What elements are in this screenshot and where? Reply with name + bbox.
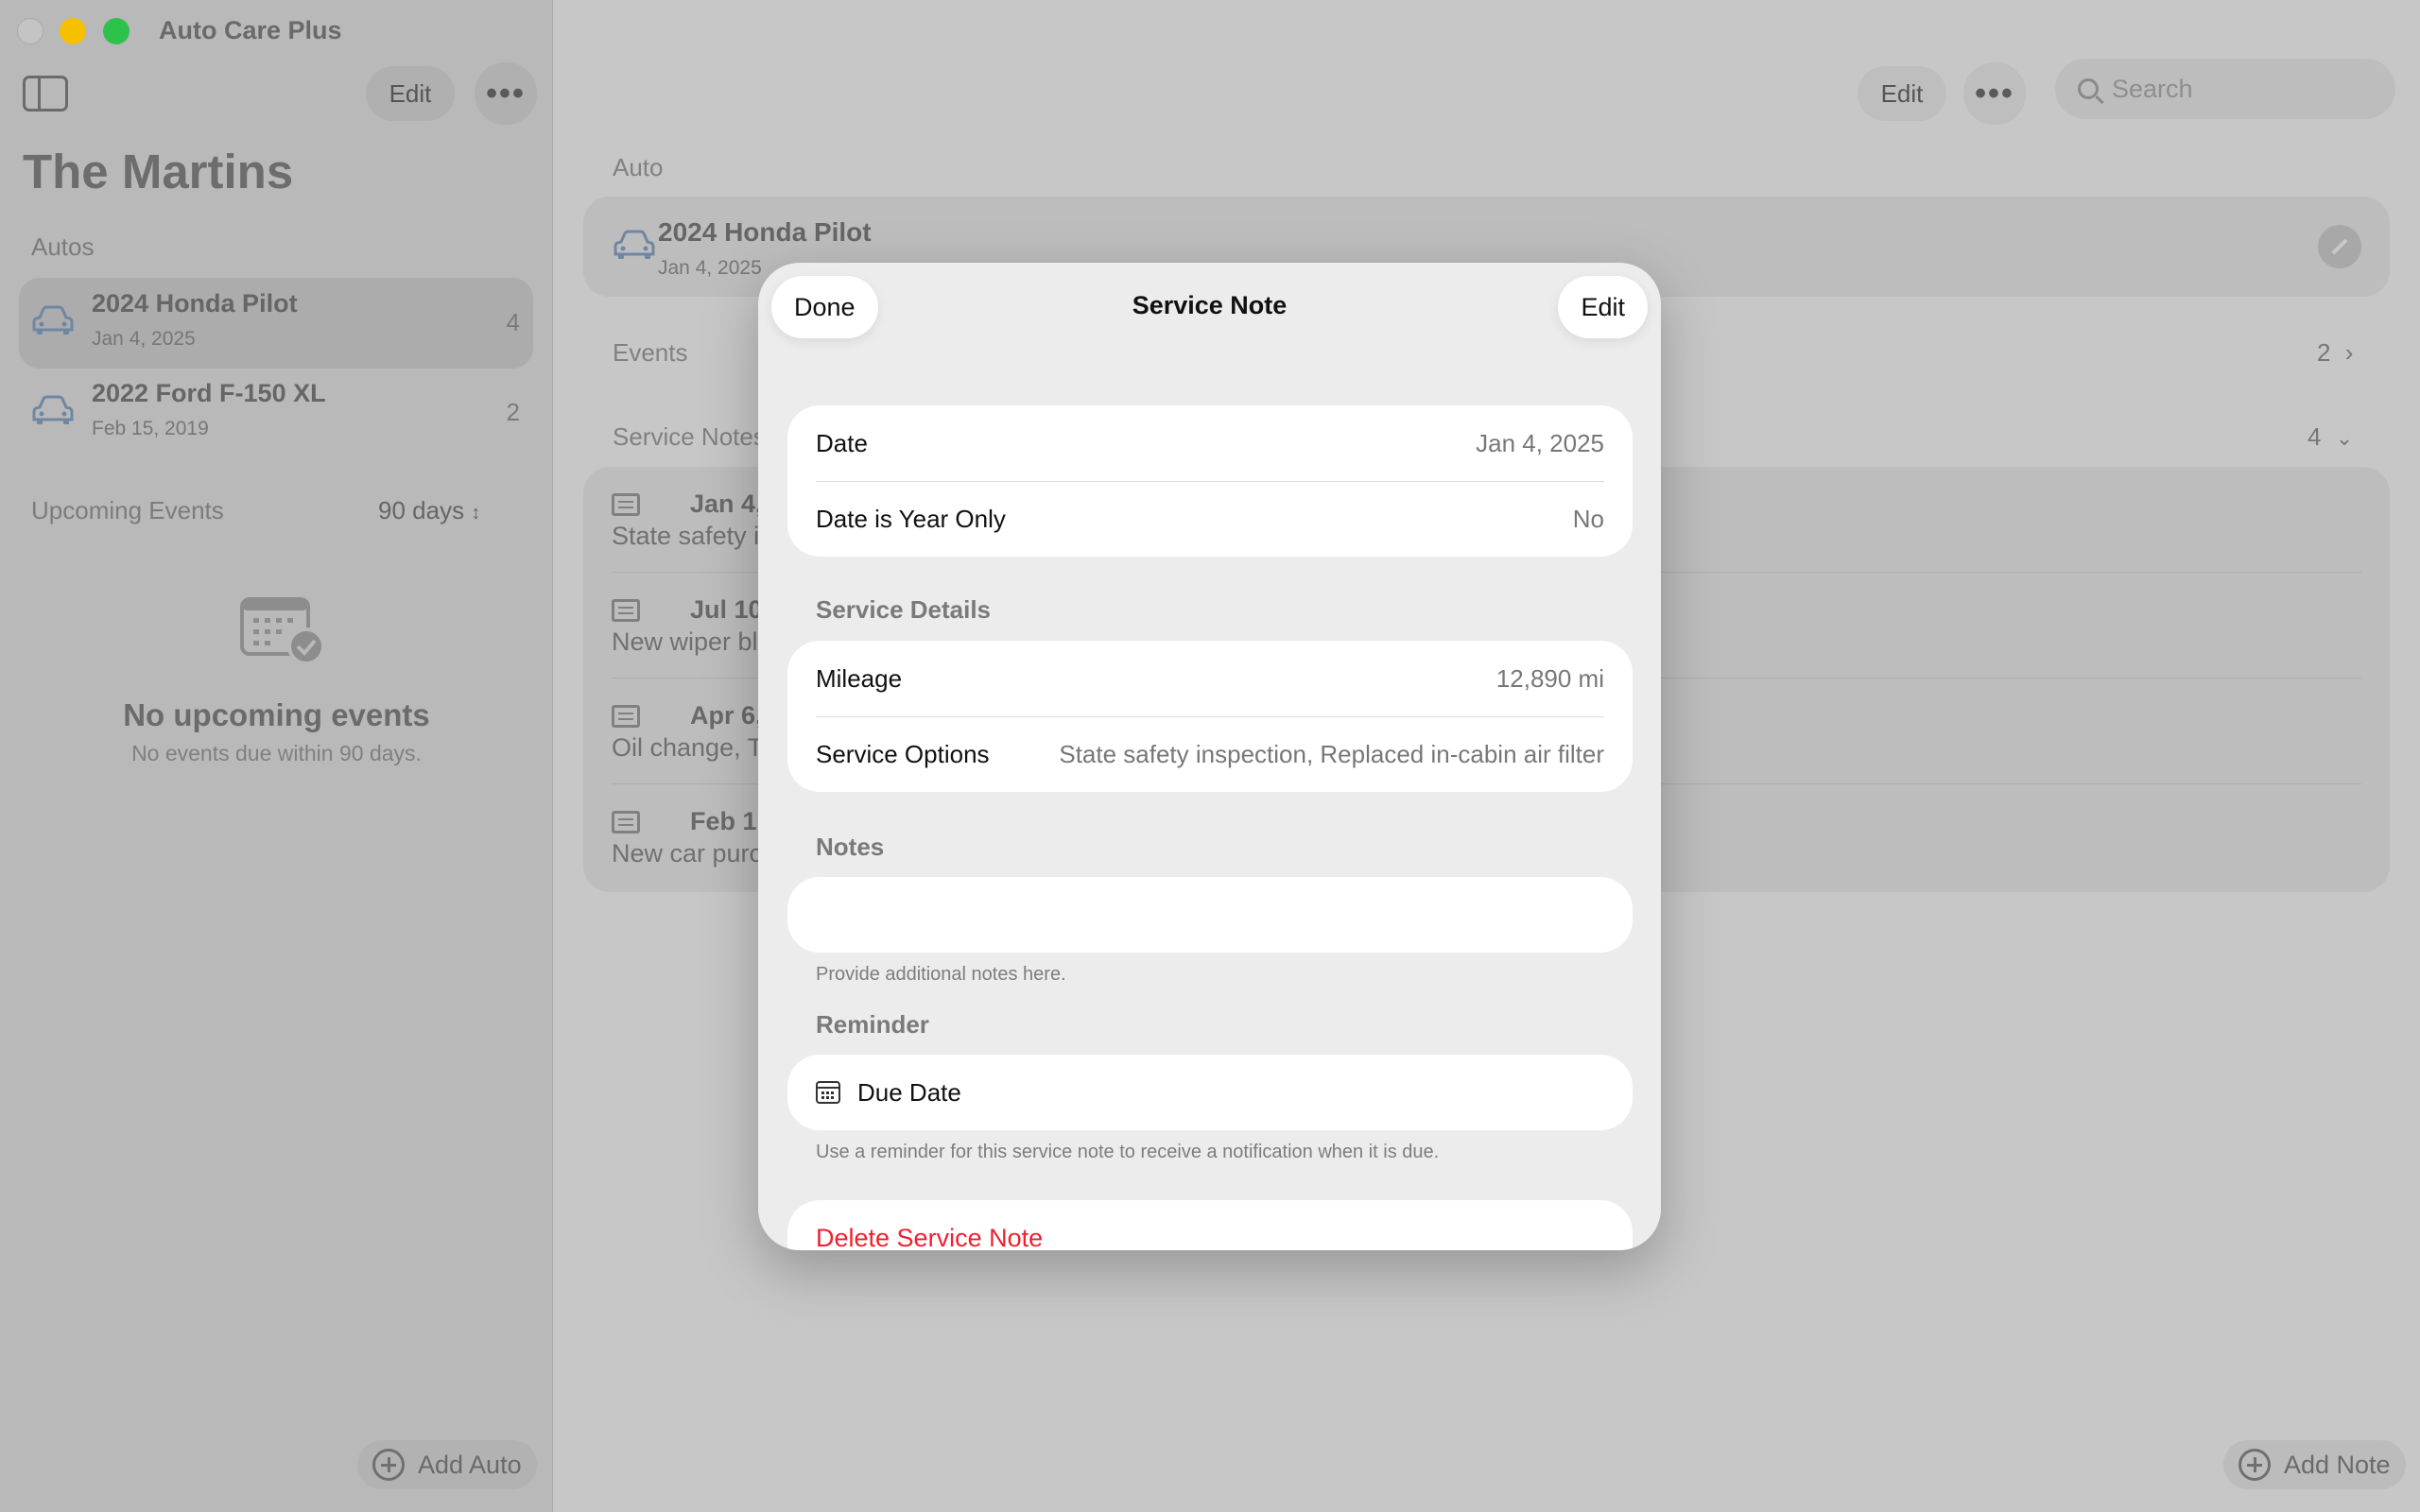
- add-auto-button[interactable]: Add Auto: [357, 1440, 537, 1489]
- car-icon: [32, 305, 74, 335]
- auto-date: Jan 4, 2025: [92, 328, 196, 350]
- search-placeholder: Search: [2112, 74, 2193, 103]
- reminder-group: Due Date: [787, 1055, 1633, 1130]
- search-field[interactable]: Search: [2055, 59, 2395, 119]
- date-label: Date: [816, 428, 868, 457]
- sidebar-auto-row[interactable]: 2022 Ford F-150 XL Feb 15, 2019 2: [19, 368, 533, 458]
- auto-note-count: 2: [506, 398, 520, 426]
- sidebar: Auto Care Plus Edit ••• The Martins Auto…: [0, 0, 553, 1512]
- add-note-button[interactable]: Add Note: [2223, 1440, 2406, 1489]
- calendar-icon: [816, 1081, 840, 1104]
- due-date-row[interactable]: Due Date: [816, 1055, 1604, 1130]
- service-options-row[interactable]: Service Options State safety inspection,…: [816, 716, 1604, 792]
- delete-row[interactable]: Delete Service Note: [816, 1200, 1604, 1251]
- mileage-label: Mileage: [816, 663, 903, 693]
- search-icon: [2078, 78, 2099, 99]
- note-icon: [612, 705, 640, 728]
- upcoming-events-label: Upcoming Events: [31, 496, 224, 524]
- add-auto-label: Add Auto: [418, 1450, 522, 1479]
- events-count[interactable]: 2 ›: [2317, 338, 2353, 368]
- service-details-group: Mileage 12,890 mi Service Options State …: [787, 641, 1633, 792]
- delete-service-note-button[interactable]: Delete Service Note: [816, 1224, 1043, 1251]
- service-options-value: State safety inspection, Replaced in-cab…: [1059, 739, 1604, 768]
- auto-date: Feb 15, 2019: [92, 418, 209, 439]
- auto-name: 2024 Honda Pilot: [92, 289, 298, 318]
- sheet-title: Service Note: [1132, 291, 1288, 319]
- date-value: Jan 4, 2025: [1476, 428, 1604, 457]
- delete-group: Delete Service Note: [787, 1200, 1633, 1250]
- zoom-window-button[interactable]: [103, 18, 130, 44]
- year-only-row[interactable]: Date is Year Only No: [816, 481, 1604, 557]
- autos-section-label: Autos: [31, 232, 95, 261]
- auto-name: 2022 Ford F-150 XL: [92, 379, 326, 407]
- auto-section-label: Auto: [613, 153, 664, 181]
- add-note-label: Add Note: [2284, 1450, 2391, 1479]
- notes-input-row: [816, 877, 1604, 953]
- date-group: Date Jan 4, 2025 Date is Year Only No: [787, 405, 1633, 557]
- sidebar-auto-row[interactable]: 2024 Honda Pilot Jan 4, 2025 4: [19, 278, 533, 369]
- reminder-footer: Use a reminder for this service note to …: [816, 1142, 1440, 1162]
- year-only-label: Date is Year Only: [816, 504, 1006, 533]
- service-notes-count-value: 4: [2308, 422, 2322, 451]
- empty-events-subtitle: No events due within 90 days.: [131, 741, 422, 765]
- mileage-row[interactable]: Mileage 12,890 mi: [816, 641, 1604, 716]
- note-icon: [612, 599, 640, 622]
- due-date-label: Due Date: [857, 1077, 961, 1107]
- service-notes-section-label: Service Notes: [613, 422, 766, 451]
- pencil-icon[interactable]: [2318, 225, 2361, 268]
- date-row[interactable]: Date Jan 4, 2025: [816, 405, 1604, 481]
- calendar-check-icon: [240, 597, 325, 665]
- plus-circle-icon: [2238, 1449, 2271, 1481]
- service-note-sheet: Done Service Note Edit Date Jan 4, 2025 …: [758, 263, 1661, 1250]
- events-section-label: Events: [613, 338, 688, 367]
- minimize-window-button[interactable]: [60, 18, 86, 44]
- events-count-value: 2: [2317, 338, 2331, 367]
- service-details-header: Service Details: [816, 595, 992, 624]
- days-filter-select[interactable]: 90 days ↕: [378, 496, 480, 525]
- close-window-button[interactable]: [17, 18, 43, 44]
- app-title: Auto Care Plus: [159, 16, 342, 44]
- mileage-value: 12,890 mi: [1495, 663, 1604, 693]
- sidebar-more-button[interactable]: •••: [475, 62, 537, 125]
- reminder-header: Reminder: [816, 1010, 929, 1039]
- auto-card-name: 2024 Honda Pilot: [658, 217, 872, 247]
- empty-events-title: No upcoming events: [123, 697, 430, 732]
- main-edit-button[interactable]: Edit: [1858, 66, 1946, 121]
- chevron-right-icon: ›: [2344, 338, 2354, 367]
- chevron-updown-icon: ↕: [471, 503, 481, 524]
- notes-footer: Provide additional notes here.: [816, 964, 1066, 985]
- notes-header: Notes: [816, 833, 885, 861]
- service-options-label: Service Options: [816, 739, 990, 768]
- note-icon: [612, 811, 640, 833]
- auto-card-date: Jan 4, 2025: [658, 257, 762, 279]
- year-only-value: No: [1572, 504, 1604, 533]
- sidebar-toggle-icon[interactable]: [23, 76, 68, 112]
- family-title: The Martins: [23, 145, 294, 198]
- chevron-down-icon: ⌄: [2335, 426, 2354, 450]
- sidebar-edit-button[interactable]: Edit: [366, 66, 455, 121]
- car-icon: [614, 230, 655, 259]
- auto-note-count: 4: [506, 308, 520, 336]
- days-filter-value: 90 days: [378, 496, 465, 524]
- service-notes-count[interactable]: 4 ⌄: [2308, 422, 2353, 452]
- note-icon: [612, 493, 640, 516]
- edit-button[interactable]: Edit: [1558, 276, 1648, 338]
- plus-circle-icon: [372, 1449, 405, 1481]
- notes-field[interactable]: [787, 877, 1633, 953]
- main-more-button[interactable]: •••: [1963, 62, 2026, 125]
- car-icon: [32, 395, 74, 424]
